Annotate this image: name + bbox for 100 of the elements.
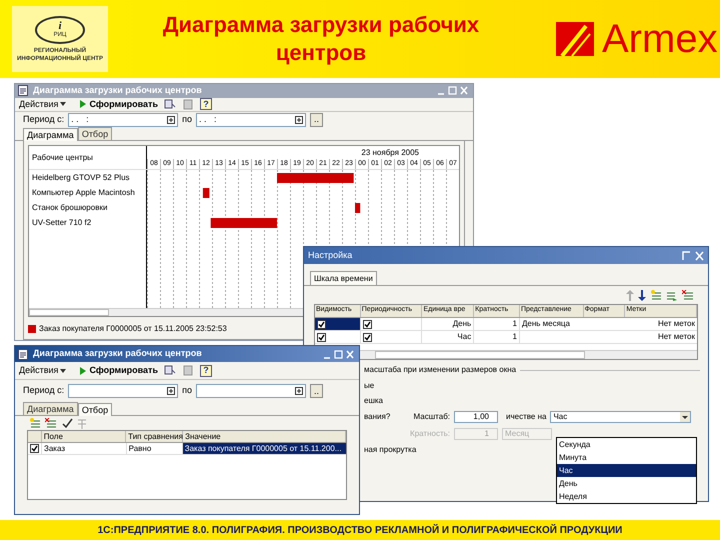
window-icon [18,348,29,360]
window-controls-icon[interactable] [322,348,356,360]
to-label: по [182,112,192,126]
calendar-icon[interactable] [167,387,176,395]
gantt-bar [210,218,277,228]
table-cell-text: Нет меток [656,331,696,343]
help-button[interactable]: ? [200,364,212,376]
period-label: Период с: [23,384,64,398]
tab[interactable]: Диаграмма [23,128,78,141]
work-center-label: Компьютер Apple Macintosh [31,187,136,199]
multiplicity-label: Кратность: [409,428,450,440]
slide-footer: 1С:ПРЕДПРИЯТИЕ 8.0. ПОЛИГРАФИЯ. ПРОИЗВОДСТВО РЕКЛАМНОЙ И ПОЛИГРАФИЧЕСКОЙ ПРОДУКЦИИ [0,520,720,540]
column-header: Рабочие центры [32,152,93,164]
copy-icon[interactable] [182,98,194,110]
checkbox[interactable] [317,320,326,328]
option-label: ная прокрутка [364,444,416,455]
option-label: ешка [364,395,383,406]
caret-icon[interactable] [60,368,66,372]
work-center-label: Станок брошюровки [31,202,108,214]
delete-row-icon[interactable] [682,290,694,300]
uncheck-all-icon[interactable] [77,418,87,428]
work-center-label: Heidelberg GTOVP 52 Plus [31,172,131,184]
dropdown-item[interactable]: Секунда [557,438,696,451]
scale-field[interactable]: 1,00 [454,410,498,422]
calendar-icon[interactable] [294,387,303,395]
check-all-icon[interactable] [61,418,73,428]
dropdown-item[interactable]: Минута [557,451,696,464]
window-title: Диаграмма загрузки рабочих центров [33,347,203,360]
table-cell-text: Нет меток [656,318,696,330]
legend-swatch [28,325,36,333]
date-value: . . : [71,112,90,126]
slide-title: Диаграмма загрузки рабочих центров [162,11,480,67]
date-to-field[interactable] [196,384,306,398]
dropdown-item[interactable]: День [557,477,696,490]
window-title: Диаграмма загрузки рабочих центров [33,84,203,97]
to-label: по [182,384,192,398]
actions-menu[interactable]: Действия [19,364,66,378]
period-select-button[interactable]: .. [310,384,323,398]
logo-letter: i [58,21,62,32]
tab[interactable]: Отбор [78,403,112,416]
checkbox[interactable] [362,320,372,328]
document-icon[interactable] [164,365,176,376]
date-to-field[interactable]: . . : [196,112,306,126]
copy-row-icon[interactable] [666,290,678,300]
table-cell: Час [422,331,474,343]
help-button[interactable]: ? [200,98,212,110]
checkbox[interactable] [362,332,372,342]
period-select-button[interactable]: .. [310,112,323,126]
caret-icon[interactable] [60,102,66,106]
add-row-icon[interactable] [29,418,41,428]
unit-label: ичестве на [506,410,546,422]
window-icon [18,85,29,96]
column-header: Тип сравнения [126,431,184,442]
work-center-label: UV-Setter 710 f2 [31,217,92,229]
combobox-value: Час [553,410,568,422]
tab[interactable]: Диаграмма [23,402,78,415]
play-icon[interactable] [80,366,86,374]
table-cell-text: День месяца [520,318,571,330]
gantt-bar [355,203,360,213]
checkbox[interactable] [317,332,326,342]
dropdown-item[interactable]: Неделя [557,490,696,503]
window-controls-icon[interactable] [682,250,704,260]
date-value: . . : [198,112,218,126]
play-icon[interactable] [80,100,86,108]
brand-mark-icon [556,22,594,56]
date-from-field[interactable]: . . : [68,112,178,126]
table-cell: День [422,318,474,330]
unit-combobox[interactable]: Час [550,410,692,422]
delete-row-icon[interactable] [45,418,57,428]
add-row-icon[interactable] [650,290,662,300]
copy-icon[interactable] [182,365,194,376]
checkbox[interactable] [30,444,39,453]
table-cell: 1 [474,318,520,330]
legend-label: Заказ покупателя Г0000005 от 15.11.2005 23:52:53 [39,323,227,335]
table-cell: Заказ покупателя Г0000005 от 15.11.200... [182,443,346,454]
column-header: Значение [183,431,346,442]
column-header: Поле [42,431,126,442]
option-label: вания? [364,410,392,422]
calendar-icon[interactable] [167,116,176,124]
group-title: масштаба при изменении размеров окна [364,364,516,376]
generate-button[interactable]: Сформировать [80,364,158,378]
dropdown-item[interactable]: Час [557,464,696,477]
scale-label: Масштаб: [412,410,450,422]
period-label: Период с: [23,112,64,126]
document-icon[interactable] [164,98,176,110]
scrollbar-thumb[interactable] [29,309,109,316]
calendar-icon[interactable] [294,116,303,124]
tab[interactable]: Шкала времени [310,271,377,285]
gantt-bar [202,188,210,198]
date-from-field[interactable] [68,384,178,398]
brand-name: Armex [602,19,718,59]
scrollbar-thumb[interactable] [375,351,585,359]
tab[interactable]: Отбор [78,127,112,140]
window-title: Настройка [308,248,354,262]
down-arrow-icon[interactable] [638,290,646,300]
table-cell: 1 [474,331,520,343]
actions-menu[interactable]: Действия [19,98,66,111]
date-label: 23 ноября 2005 [361,146,419,158]
generate-button[interactable]: Сформировать [80,98,158,111]
table-cell: Заказ [42,443,127,454]
